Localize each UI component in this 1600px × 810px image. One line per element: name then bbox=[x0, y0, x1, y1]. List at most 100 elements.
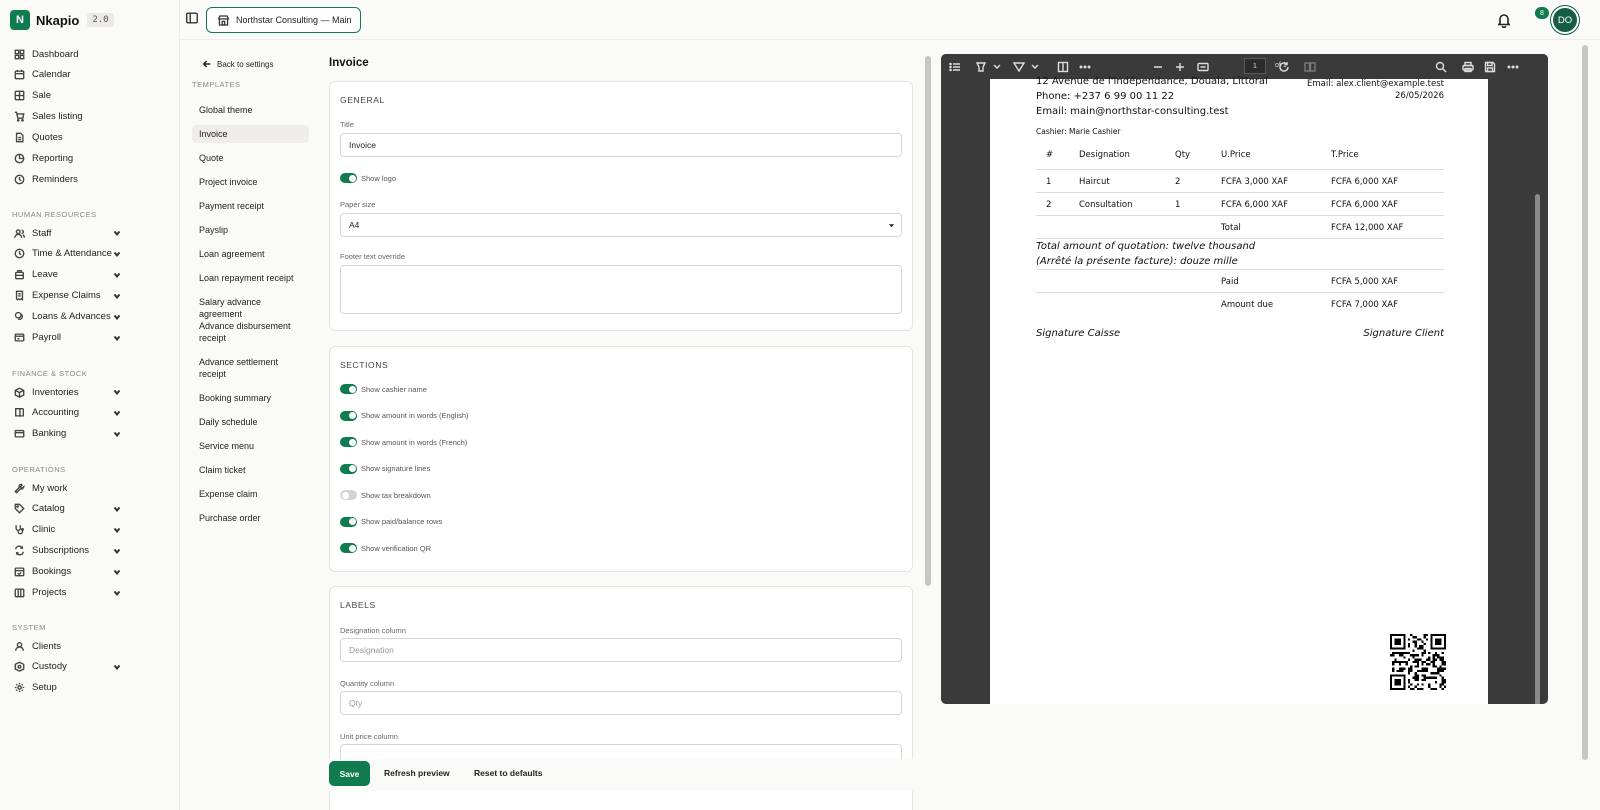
text-box-icon[interactable] bbox=[1057, 61, 1069, 73]
template-item[interactable]: Invoice bbox=[192, 125, 309, 143]
section-toggle-row[interactable]: Show amount in words (English) bbox=[340, 410, 469, 421]
toggle-switch[interactable] bbox=[340, 543, 357, 553]
sidebar-item-my-work[interactable]: My work bbox=[14, 479, 122, 497]
chevron-down-icon[interactable] bbox=[112, 525, 122, 535]
chevron-down-icon[interactable] bbox=[112, 291, 122, 301]
section-toggle-row[interactable]: Show cashier name bbox=[340, 384, 427, 394]
refresh-preview-button[interactable]: Refresh preview bbox=[384, 768, 450, 778]
avatar[interactable]: DO bbox=[1553, 8, 1577, 32]
toggle-switch[interactable] bbox=[340, 437, 357, 447]
sidebar-item-leave[interactable]: Leave bbox=[14, 266, 122, 284]
toggle-switch[interactable] bbox=[340, 463, 357, 474]
form-scrollbar[interactable] bbox=[925, 56, 931, 586]
section-toggle-row[interactable]: Show tax breakdown bbox=[340, 490, 431, 500]
chevron-down-icon[interactable] bbox=[112, 567, 122, 577]
chevron-down-icon[interactable] bbox=[112, 504, 122, 514]
sidebar-item-bookings[interactable]: Bookings bbox=[14, 563, 122, 581]
sidebar-item-expense-claims[interactable]: Expense Claims bbox=[14, 287, 122, 305]
sidebar-item-payroll[interactable]: Payroll bbox=[14, 329, 122, 347]
chevron-down-icon[interactable] bbox=[112, 408, 122, 418]
brand[interactable]: N Nkapio 2.0 bbox=[10, 10, 114, 30]
template-item[interactable]: Purchase order bbox=[192, 509, 309, 527]
pdf-scrollbar[interactable] bbox=[1535, 194, 1540, 704]
sidebar-item-calendar[interactable]: Calendar bbox=[14, 66, 122, 84]
sidebar-item-reminders[interactable]: Reminders bbox=[14, 170, 122, 188]
chevron-down-icon[interactable] bbox=[112, 333, 122, 343]
template-item[interactable]: Booking summary bbox=[192, 389, 309, 407]
section-toggle-row[interactable]: Show paid/balance rows bbox=[340, 516, 442, 527]
sidebar-item-catalog[interactable]: Catalog bbox=[14, 500, 122, 518]
section-toggle-row[interactable]: Show verification QR bbox=[340, 543, 431, 553]
chevron-down-icon[interactable] bbox=[112, 249, 122, 259]
toggle-switch[interactable] bbox=[340, 490, 357, 500]
template-item[interactable]: Expense claim bbox=[192, 485, 309, 503]
toggle-switch[interactable] bbox=[340, 173, 357, 183]
sidebar-item-projects[interactable]: Projects bbox=[14, 584, 122, 602]
back-to-settings-link[interactable]: Back to settings bbox=[202, 59, 273, 69]
sidebar-item-quotes[interactable]: Quotes bbox=[14, 129, 122, 147]
chevron-down-icon[interactable] bbox=[1029, 61, 1039, 73]
more-icon[interactable] bbox=[1507, 61, 1519, 73]
sidebar-item-accounting[interactable]: Accounting bbox=[14, 404, 122, 422]
title-input[interactable]: Invoice bbox=[340, 133, 902, 157]
template-item[interactable]: Advance settlement receipt bbox=[192, 353, 309, 383]
template-item[interactable]: Loan agreement bbox=[192, 245, 309, 263]
highlight-icon[interactable] bbox=[975, 61, 987, 73]
paper-size-select[interactable]: A4 bbox=[340, 213, 902, 237]
chevron-down-icon[interactable] bbox=[112, 588, 122, 598]
page-scrollbar[interactable] bbox=[1582, 45, 1588, 760]
sidebar-item-inventories[interactable]: Inventories bbox=[14, 383, 122, 401]
toggle-switch[interactable] bbox=[340, 384, 357, 394]
sidebar-item-subscriptions[interactable]: Subscriptions bbox=[14, 542, 122, 560]
sidebar-item-setup[interactable]: Setup bbox=[14, 679, 122, 697]
draw-icon[interactable] bbox=[1012, 61, 1026, 73]
save-button[interactable]: Save bbox=[329, 761, 370, 786]
sidebar-toggle-icon[interactable] bbox=[185, 11, 199, 25]
page-number-input[interactable]: 1 bbox=[1244, 58, 1266, 74]
workspace-selector[interactable]: Northstar Consulting — Main bbox=[206, 7, 361, 33]
sidebar-item-dashboard[interactable]: Dashboard bbox=[14, 45, 122, 63]
template-item[interactable]: Payslip bbox=[192, 221, 309, 239]
save-icon[interactable] bbox=[1484, 61, 1496, 73]
bell-icon[interactable] bbox=[1496, 12, 1512, 29]
zoom-in-icon[interactable] bbox=[1174, 61, 1186, 73]
outline-icon[interactable] bbox=[949, 61, 961, 73]
zoom-out-icon[interactable] bbox=[1152, 61, 1164, 73]
sidebar-item-sale[interactable]: Sale bbox=[14, 87, 122, 105]
sidebar-item-time-attendance[interactable]: Time & Attendance bbox=[14, 245, 122, 263]
search-icon[interactable] bbox=[1435, 61, 1447, 73]
chevron-down-icon[interactable] bbox=[991, 61, 1001, 73]
toggle-switch[interactable] bbox=[340, 516, 357, 527]
sidebar-item-custody[interactable]: Custody bbox=[14, 658, 122, 676]
rotate-icon[interactable] bbox=[1278, 61, 1290, 73]
sidebar-item-staff[interactable]: Staff bbox=[14, 224, 122, 242]
quantity-column-input[interactable]: Qty bbox=[340, 691, 902, 715]
chevron-down-icon[interactable] bbox=[112, 662, 122, 672]
template-item[interactable]: Service menu bbox=[192, 437, 309, 455]
template-item[interactable]: Quote bbox=[192, 149, 309, 167]
more-icon[interactable] bbox=[1079, 61, 1091, 73]
sidebar-item-banking[interactable]: Banking bbox=[14, 425, 122, 443]
two-page-icon[interactable] bbox=[1304, 61, 1316, 73]
toggle-switch[interactable] bbox=[340, 410, 357, 421]
chevron-down-icon[interactable] bbox=[112, 228, 122, 238]
template-item[interactable]: Daily schedule bbox=[192, 413, 309, 431]
template-item[interactable]: Loan repayment receipt bbox=[192, 269, 309, 287]
fit-page-icon[interactable] bbox=[1197, 61, 1209, 73]
template-item[interactable]: Global theme bbox=[192, 101, 309, 119]
chevron-down-icon[interactable] bbox=[112, 429, 122, 439]
chevron-down-icon[interactable] bbox=[112, 312, 122, 322]
template-item[interactable]: Claim ticket bbox=[192, 461, 309, 479]
sidebar-item-loans-advances[interactable]: Loans & Advances bbox=[14, 308, 122, 326]
template-item[interactable]: Payment receipt bbox=[192, 197, 309, 215]
print-icon[interactable] bbox=[1462, 61, 1474, 73]
designation-column-input[interactable]: Designation bbox=[340, 638, 902, 662]
sidebar-item-clinic[interactable]: Clinic bbox=[14, 521, 122, 539]
show-logo-toggle[interactable]: Show logo bbox=[340, 173, 396, 183]
sidebar-item-sales-listing[interactable]: Sales listing bbox=[14, 108, 122, 126]
reset-defaults-button[interactable]: Reset to defaults bbox=[474, 768, 543, 778]
sidebar-item-clients[interactable]: Clients bbox=[14, 637, 122, 655]
chevron-down-icon[interactable] bbox=[112, 387, 122, 397]
footer-textarea[interactable] bbox=[340, 265, 902, 314]
chevron-down-icon[interactable] bbox=[112, 546, 122, 556]
